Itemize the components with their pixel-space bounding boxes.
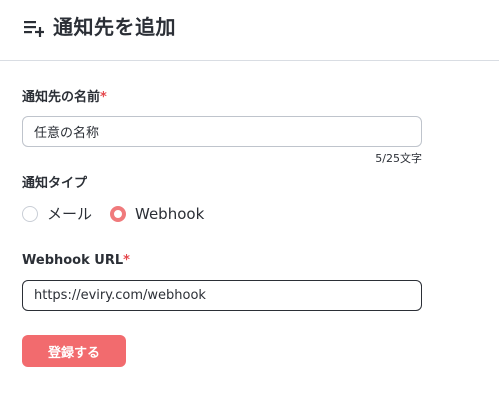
radio-label-webhook: Webhook — [135, 205, 205, 223]
radio-button-mail[interactable] — [22, 206, 38, 222]
required-mark: * — [100, 90, 107, 105]
url-label-text: Webhook URL — [22, 253, 124, 268]
webhook-url-input[interactable] — [22, 280, 422, 311]
register-button[interactable]: 登録する — [22, 335, 126, 367]
page-header: 通知先を追加 — [0, 0, 499, 61]
type-label: 通知タイプ — [22, 176, 88, 191]
name-label-text: 通知先の名前 — [22, 90, 101, 105]
page-title: 通知先を追加 — [53, 15, 176, 39]
radio-option-webhook[interactable]: Webhook — [110, 204, 204, 224]
radio-option-mail[interactable]: メール — [22, 204, 92, 224]
name-char-counter: 5/25文字 — [375, 152, 422, 165]
required-mark: * — [123, 253, 130, 268]
radio-button-webhook[interactable] — [110, 206, 126, 222]
radio-label-mail: メール — [47, 205, 93, 223]
playlist-add-icon — [24, 21, 44, 37]
name-input[interactable] — [22, 116, 422, 147]
url-label: Webhook URL* — [22, 252, 130, 270]
name-label: 通知先の名前* — [22, 89, 107, 107]
